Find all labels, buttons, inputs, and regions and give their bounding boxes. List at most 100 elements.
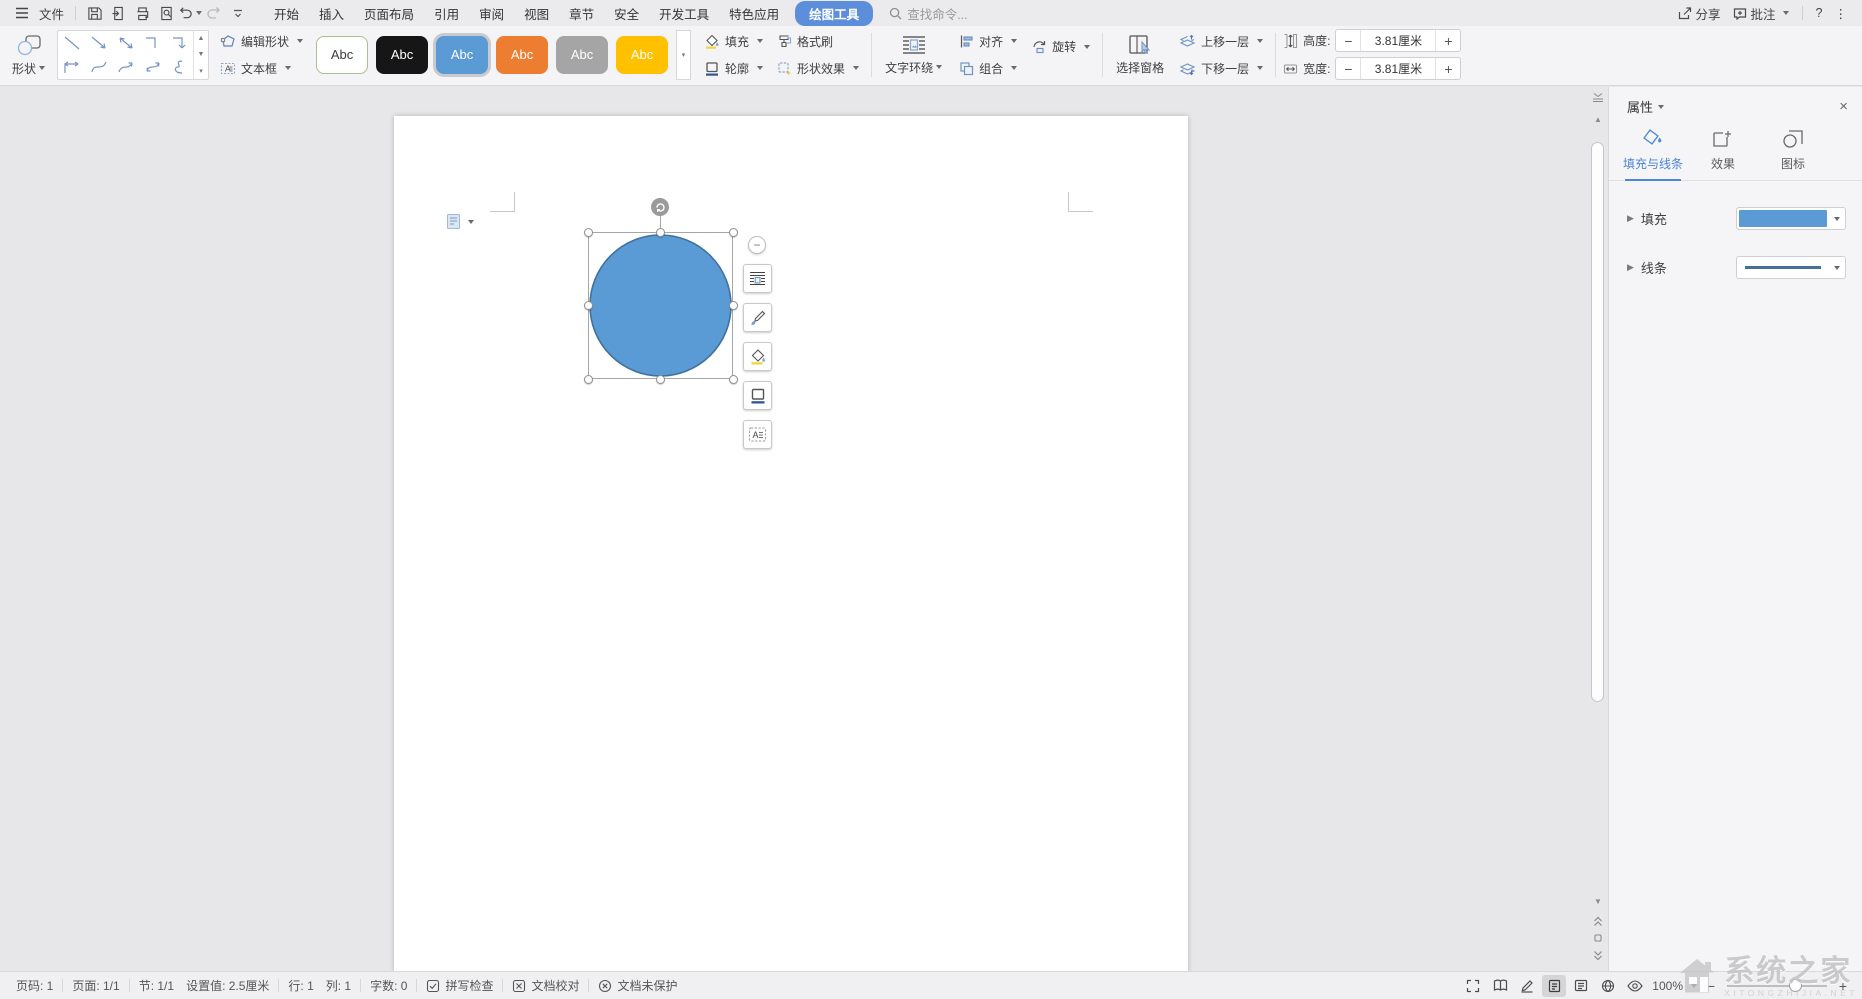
text-wrap-button[interactable]: 文字环绕	[879, 29, 948, 81]
help-button[interactable]: ?	[1811, 6, 1828, 20]
status-section[interactable]: 节: 1/1	[133, 977, 180, 994]
width-value[interactable]: 3.81厘米	[1360, 58, 1436, 79]
fill-button[interactable]: 填充	[699, 30, 768, 53]
scroll-down-icon[interactable]: ▼	[1588, 893, 1608, 909]
print-icon[interactable]	[130, 3, 154, 23]
resize-handle-w[interactable]	[584, 301, 593, 310]
previous-page-button[interactable]	[1588, 913, 1608, 929]
resize-handle-s[interactable]	[656, 375, 665, 384]
height-increase-button[interactable]: +	[1436, 30, 1460, 51]
print-preview-icon[interactable]	[154, 3, 178, 23]
panel-tab-icon[interactable]: 图标	[1761, 124, 1825, 180]
share-button[interactable]: 分享	[1673, 4, 1726, 23]
style-swatch-4[interactable]: Abc	[496, 36, 548, 74]
style-swatch-1[interactable]: Abc	[316, 36, 368, 74]
tab-security[interactable]: 安全	[604, 1, 649, 26]
gallery-scroll-down-icon[interactable]: ▼	[194, 47, 208, 63]
save-icon[interactable]	[82, 3, 106, 23]
resize-handle-n[interactable]	[656, 228, 665, 237]
tab-insert[interactable]: 插入	[309, 1, 354, 26]
gallery-more-icon[interactable]: ▾	[194, 63, 208, 79]
style-swatch-6[interactable]: Abc	[616, 36, 668, 74]
zoom-out-button[interactable]: −	[1702, 978, 1720, 994]
align-button[interactable]: 对齐	[954, 30, 1022, 53]
scrollbar-thumb[interactable]	[1591, 142, 1604, 702]
quick-text-button[interactable]: A	[743, 420, 772, 449]
style-swatch-5[interactable]: Abc	[556, 36, 608, 74]
fill-color-select[interactable]	[1736, 207, 1846, 230]
status-page-number[interactable]: 页码: 1	[10, 977, 59, 994]
shape-curve-arrow[interactable]	[112, 55, 139, 79]
page-setup-widget[interactable]	[446, 213, 474, 230]
zoom-level[interactable]: 100%	[1650, 979, 1699, 993]
tab-references[interactable]: 引用	[424, 1, 469, 26]
quick-style-brush-button[interactable]	[743, 303, 772, 332]
hide-ruler-button[interactable]	[1588, 89, 1608, 105]
redo-icon[interactable]	[202, 3, 226, 23]
doc-protect-button[interactable]: 文档未保护	[592, 977, 683, 994]
shape-elbow[interactable]	[139, 31, 166, 55]
fill-expand-icon[interactable]: ▶	[1627, 213, 1634, 224]
line-expand-icon[interactable]: ▶	[1627, 262, 1634, 273]
document-page[interactable]: − A	[394, 116, 1188, 971]
shape-arrow[interactable]	[85, 31, 112, 55]
tab-home[interactable]: 开始	[264, 1, 309, 26]
quick-outline-button[interactable]	[743, 381, 772, 410]
shape-elbow-arrow[interactable]	[166, 31, 193, 55]
status-row[interactable]: 行: 1	[282, 977, 319, 994]
tab-page-layout[interactable]: 页面布局	[354, 1, 424, 26]
wrap-layout-button[interactable]	[743, 264, 772, 293]
panel-title-dropdown-icon[interactable]	[1658, 105, 1664, 109]
shape-elbow-double-arrow[interactable]	[58, 55, 85, 79]
hamburger-menu-icon[interactable]	[10, 3, 34, 23]
read-layout-button[interactable]	[1488, 975, 1512, 997]
comment-button[interactable]: 批注	[1728, 4, 1794, 23]
text-box-button[interactable]: A 文本框	[215, 57, 308, 80]
shape-curve[interactable]	[85, 55, 112, 79]
height-decrease-button[interactable]: −	[1336, 30, 1360, 51]
width-increase-button[interactable]: +	[1436, 58, 1460, 79]
resize-handle-sw[interactable]	[584, 375, 593, 384]
zoom-slider-thumb[interactable]	[1789, 979, 1802, 992]
shape-effects-button[interactable]: 形状效果	[772, 57, 864, 80]
status-page-count[interactable]: 页面: 1/1	[66, 977, 125, 994]
fullscreen-view-button[interactable]	[1461, 975, 1485, 997]
print-layout-button[interactable]	[1542, 975, 1566, 997]
outline-button[interactable]: 轮廓	[699, 57, 768, 80]
tab-drawing-tools-active[interactable]: 绘图工具	[795, 1, 873, 26]
spell-check-button[interactable]: 拼写检查	[420, 977, 499, 994]
status-setting-value[interactable]: 设置值: 2.5厘米	[180, 977, 275, 994]
file-menu[interactable]: 文件	[34, 4, 69, 23]
collapse-toolbar-button[interactable]: −	[748, 236, 766, 254]
rotate-button[interactable]: 旋转	[1026, 35, 1095, 58]
next-page-button[interactable]	[1588, 947, 1608, 963]
outline-view-button[interactable]	[1569, 975, 1593, 997]
undo-icon[interactable]	[178, 3, 202, 23]
resize-handle-nw[interactable]	[584, 228, 593, 237]
shape-s-curve[interactable]	[166, 55, 193, 79]
tab-view[interactable]: 视图	[514, 1, 559, 26]
quick-fill-button[interactable]	[743, 342, 772, 371]
export-pdf-icon[interactable]	[106, 3, 130, 23]
style-gallery-more[interactable]: ▾	[676, 30, 691, 80]
send-backward-button[interactable]: 下移一层	[1174, 57, 1268, 80]
resize-handle-e[interactable]	[729, 301, 738, 310]
group-button[interactable]: 组合	[954, 57, 1022, 80]
more-button[interactable]: ⋮	[1830, 6, 1853, 21]
scroll-up-icon[interactable]: ▲	[1588, 111, 1608, 127]
shapes-button[interactable]: 形状	[6, 29, 51, 81]
rotate-handle[interactable]	[651, 198, 669, 216]
style-swatch-3-selected[interactable]: Abc	[436, 36, 488, 74]
doc-proof-button[interactable]: 文档校对	[506, 977, 585, 994]
format-painter-button[interactable]: 格式刷	[772, 30, 864, 53]
panel-tab-effects[interactable]: 效果	[1691, 124, 1755, 180]
write-mode-button[interactable]	[1515, 975, 1539, 997]
web-layout-button[interactable]	[1596, 975, 1620, 997]
panel-close-icon[interactable]: ×	[1839, 98, 1848, 115]
tab-developer[interactable]: 开发工具	[649, 1, 719, 26]
width-decrease-button[interactable]: −	[1336, 58, 1360, 79]
status-column[interactable]: 列: 1	[320, 977, 357, 994]
tab-section[interactable]: 章节	[559, 1, 604, 26]
bring-forward-button[interactable]: 上移一层	[1174, 30, 1268, 53]
selection-pane-button[interactable]: 选择窗格	[1110, 29, 1170, 81]
